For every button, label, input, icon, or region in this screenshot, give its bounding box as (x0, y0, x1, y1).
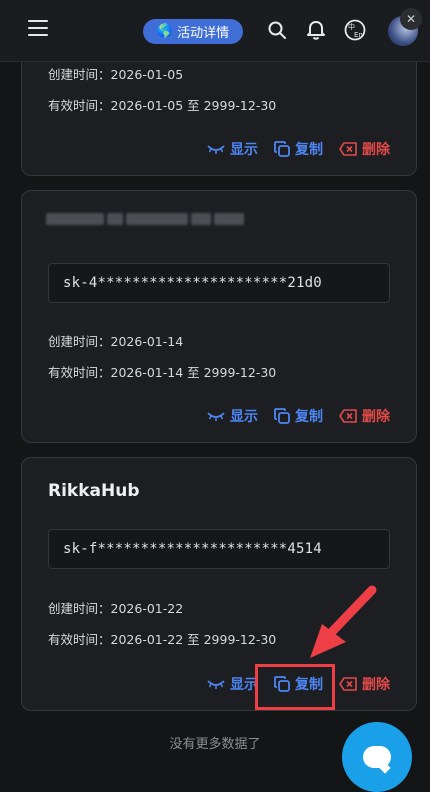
delete-icon (339, 142, 357, 156)
show-button[interactable]: 显示 (207, 139, 258, 159)
eye-closed-icon (207, 145, 225, 154)
created-time: 创建时间：2026-01-14 (48, 334, 184, 349)
valid-time: 有效时间：2026-01-05 至 2999-12-30 (48, 98, 277, 113)
delete-button[interactable]: 删除 (339, 139, 390, 159)
valid-time: 有效时间：2026-01-22 至 2999-12-30 (48, 632, 277, 647)
delete-button[interactable]: 删除 (339, 674, 390, 694)
created-time: 创建时间：2026-01-22 (48, 601, 184, 616)
bell-icon[interactable] (304, 18, 328, 42)
annotation-arrow (310, 585, 377, 658)
api-key-field[interactable]: sk-f**********************4514 (48, 529, 390, 569)
chat-bubble-icon (363, 746, 391, 768)
search-icon[interactable] (265, 18, 289, 42)
copy-button[interactable]: 复制 (274, 406, 323, 426)
blurred-key-name (46, 213, 244, 225)
copy-icon (274, 408, 290, 424)
created-time: 创建时间：2026-01-05 (48, 67, 184, 82)
close-icon[interactable]: ✕ (400, 8, 422, 30)
valid-time: 有效时间：2026-01-14 至 2999-12-30 (48, 365, 277, 380)
chat-fab-button[interactable] (342, 722, 412, 792)
svg-text:En: En (354, 31, 363, 39)
copy-highlight-box (255, 664, 335, 710)
language-icon[interactable]: 中 En (343, 18, 367, 42)
menu-icon[interactable] (28, 20, 48, 40)
card-actions: 显示 复制 删除 (207, 406, 390, 426)
delete-button[interactable]: 删除 (339, 406, 390, 426)
svg-text:中: 中 (348, 22, 355, 31)
eye-closed-icon (207, 680, 225, 689)
api-key-card: sk-4**********************21d0 创建时间：2026… (21, 190, 417, 443)
show-button[interactable]: 显示 (207, 674, 258, 694)
key-name: RikkaHub (48, 481, 140, 501)
globe-icon: 🌎 (156, 24, 174, 39)
event-details-label: 活动详情 (177, 26, 230, 41)
show-button[interactable]: 显示 (207, 406, 258, 426)
api-key-list: 创建时间：2026-01-05 有效时间：2026-01-05 至 2999-1… (0, 62, 430, 792)
top-bar: 🌎 活动详情 中 En ✕ (0, 0, 430, 62)
api-key-card: 创建时间：2026-01-05 有效时间：2026-01-05 至 2999-1… (21, 62, 417, 176)
copy-icon (274, 141, 290, 157)
event-details-button[interactable]: 🌎 活动详情 (143, 19, 243, 44)
api-key-field[interactable]: sk-4**********************21d0 (48, 263, 390, 303)
copy-button[interactable]: 复制 (274, 139, 323, 159)
card-actions: 显示 复制 删除 (207, 139, 390, 159)
eye-closed-icon (207, 412, 225, 421)
delete-icon (339, 409, 357, 423)
delete-icon (339, 677, 357, 691)
